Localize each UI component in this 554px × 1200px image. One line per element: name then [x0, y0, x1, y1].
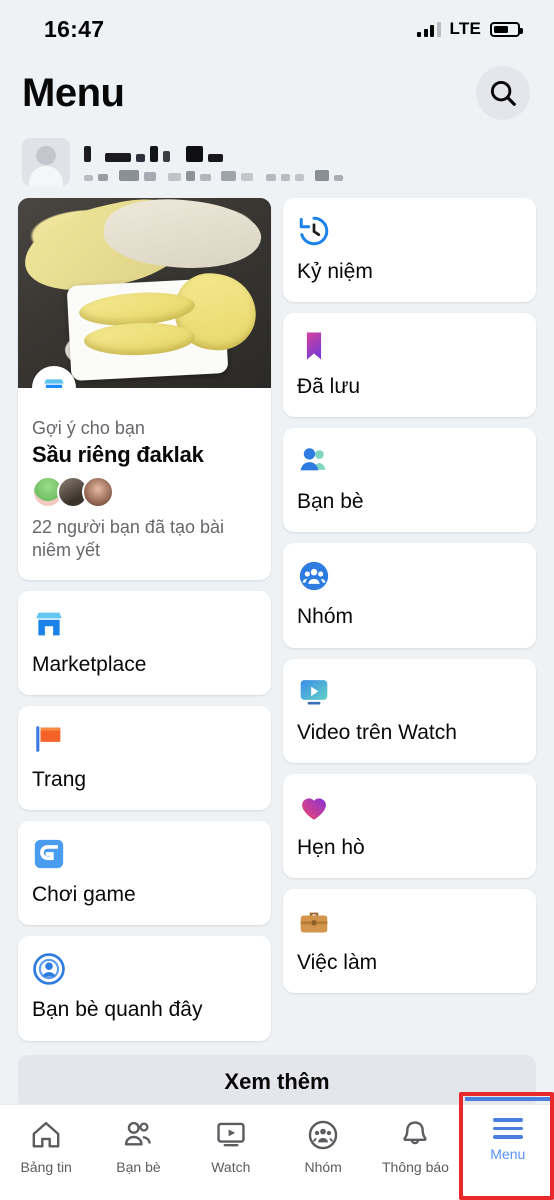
menu-item-watch[interactable]: Video trên Watch: [283, 658, 536, 763]
friends-icon: [125, 1121, 152, 1146]
gaming-controller-icon: [34, 840, 64, 869]
menu-item-friends[interactable]: Bạn bè: [283, 428, 536, 533]
menu-item-nearby-friends[interactable]: Bạn bè quanh đây: [18, 936, 271, 1041]
status-time: 16:47: [44, 15, 105, 42]
nav-tab-friends[interactable]: Bạn bè: [92, 1105, 184, 1175]
network-type-label: LTE: [449, 19, 481, 38]
menu-item-label: Trang: [32, 768, 87, 792]
suggestion-body: Gợi ý cho bạn Sầu riêng đaklak 22 người …: [18, 388, 271, 580]
menu-item-pages[interactable]: Trang: [18, 706, 271, 811]
menu-item-jobs[interactable]: Việc làm: [283, 888, 536, 993]
menu-item-label: Video trên Watch: [297, 720, 457, 744]
suggestion-title: Sầu riêng đaklak: [32, 442, 204, 467]
nav-tab-label: Bảng tin: [20, 1159, 72, 1175]
right-column: Kỷ niệm Đã lưu Bạn bè Nhóm Video trên Wa…: [283, 198, 536, 1041]
redacted-name: [84, 144, 343, 181]
menu-item-label: Việc làm: [297, 950, 378, 974]
nav-tab-notifications[interactable]: Thông báo: [369, 1105, 461, 1175]
nav-tab-label: Bạn bè: [116, 1159, 161, 1175]
groups-icon: [299, 562, 329, 591]
groups-icon: [308, 1120, 338, 1150]
nav-tab-label: Nhóm: [304, 1159, 342, 1175]
menu-item-memories[interactable]: Kỷ niệm: [283, 198, 536, 303]
see-more-button[interactable]: Xem thêm: [18, 1054, 536, 1109]
dating-heart-icon: [302, 798, 326, 820]
bottom-navigation: Bảng tin Bạn bè Watch Nhóm Thông báo Men…: [0, 1092, 554, 1200]
page-title: Menu: [22, 70, 125, 115]
profile-row[interactable]: [0, 126, 554, 196]
menu-item-label: Hẹn hò: [297, 835, 365, 859]
battery-icon: [490, 21, 523, 37]
suggestion-image: [18, 198, 271, 388]
menu-item-label: Nhóm: [297, 605, 354, 629]
marketplace-suggestion-card[interactable]: Gợi ý cho bạn Sầu riêng đaklak 22 người …: [18, 198, 271, 581]
nav-tab-groups[interactable]: Nhóm: [277, 1105, 369, 1175]
active-tab-indicator: [464, 1097, 551, 1101]
suggestion-meta: 22 người bạn đã tạo bài niêm yết: [32, 517, 224, 561]
marketplace-store-icon: [36, 612, 62, 636]
nearby-friends-radar-icon: [33, 953, 65, 986]
jobs-briefcase-icon: [300, 912, 328, 933]
menu-item-label: Chơi game: [32, 883, 136, 907]
left-column: Gợi ý cho bạn Sầu riêng đaklak 22 người …: [18, 198, 271, 1041]
memories-clock-icon: [299, 216, 329, 246]
user-avatar-placeholder: [22, 138, 70, 186]
menu-item-label: Bạn bè quanh đây: [32, 998, 203, 1022]
watch-video-icon: [300, 679, 328, 705]
saved-bookmark-icon: [306, 332, 322, 360]
friend-avatars: [32, 476, 257, 508]
menu-item-dating[interactable]: Hẹn hò: [283, 773, 536, 878]
nav-tab-feed[interactable]: Bảng tin: [0, 1105, 92, 1175]
friends-people-icon: [300, 448, 326, 471]
status-indicators: LTE: [417, 19, 523, 39]
nav-tab-menu[interactable]: Menu: [462, 1097, 554, 1162]
pages-flag-icon: [36, 726, 61, 752]
home-icon: [32, 1121, 60, 1148]
search-button[interactable]: [476, 66, 530, 120]
menu-item-label: Marketplace: [32, 653, 147, 677]
hamburger-menu-icon: [492, 1118, 523, 1139]
nav-tab-label: Thông báo: [382, 1159, 449, 1175]
search-icon: [490, 80, 516, 106]
menu-item-groups[interactable]: Nhóm: [283, 543, 536, 648]
menu-item-label: Kỷ niệm: [297, 260, 373, 283]
nav-tab-label: Watch: [211, 1159, 251, 1175]
avatar: [82, 476, 114, 508]
suggestion-label: Gợi ý cho bạn: [32, 418, 145, 438]
menu-item-label: Đã lưu: [297, 375, 361, 399]
signal-bars-icon: [417, 21, 441, 37]
menu-grid: Gợi ý cho bạn Sầu riêng đaklak 22 người …: [0, 196, 554, 1041]
status-bar: 16:47 LTE: [0, 0, 554, 58]
page-header: Menu: [0, 58, 554, 126]
nav-tab-label: Menu: [490, 1145, 526, 1162]
bell-notification-icon: [403, 1121, 428, 1145]
menu-item-gaming[interactable]: Chơi game: [18, 821, 271, 926]
menu-item-marketplace[interactable]: Marketplace: [18, 591, 271, 696]
menu-item-label: Bạn bè: [297, 490, 364, 514]
watch-icon: [217, 1122, 245, 1147]
nav-tab-watch[interactable]: Watch: [185, 1105, 277, 1175]
menu-item-saved[interactable]: Đã lưu: [283, 313, 536, 418]
